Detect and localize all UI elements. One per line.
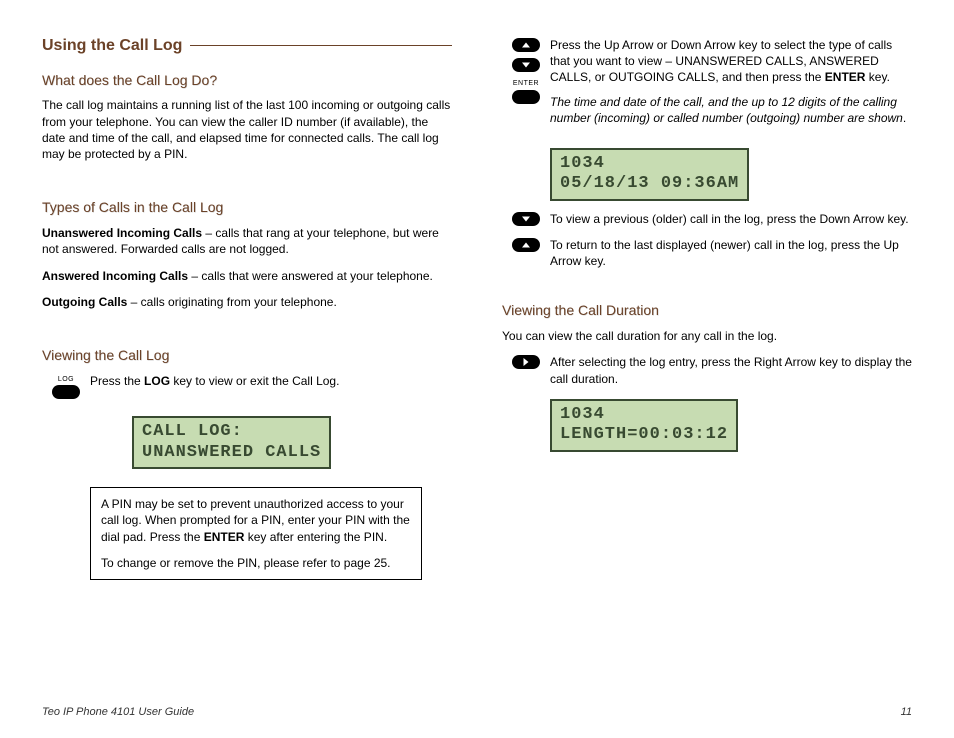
subheading-types: Types of Calls in the Call Log	[42, 198, 452, 217]
footer-doc-title: Teo IP Phone 4101 User Guide	[42, 705, 194, 720]
type-item: Outgoing Calls – calls originating from …	[42, 294, 452, 310]
subheading-what-does: What does the Call Log Do?	[42, 71, 452, 90]
left-column: Using the Call Log What does the Call Lo…	[42, 35, 452, 580]
body-text: Press the Up Arrow or Down Arrow key to …	[550, 37, 912, 136]
arrow-keys-icon: ENTER	[502, 37, 550, 109]
type-item: Unanswered Incoming Calls – calls that r…	[42, 225, 452, 257]
body-text: You can view the call duration for any c…	[502, 328, 912, 344]
lcd-display: CALL LOG: UNANSWERED CALLS	[132, 416, 331, 469]
right-column: ENTER Press the Up Arrow or Down Arrow k…	[502, 35, 912, 580]
body-text: To view a previous (older) call in the l…	[550, 211, 912, 227]
arrow-right-icon	[502, 354, 550, 374]
section-title: Using the Call Log	[42, 35, 452, 57]
footer-page-number: 11	[901, 705, 912, 720]
lcd-display: 1034 05/18/13 09:36AM	[550, 148, 749, 201]
type-label: Unanswered Incoming Calls	[42, 226, 202, 240]
body-text: To return to the last displayed (newer) …	[550, 237, 912, 269]
type-item: Answered Incoming Calls – calls that wer…	[42, 268, 452, 284]
type-label: Answered Incoming Calls	[42, 269, 188, 283]
arrow-up-icon	[502, 237, 550, 257]
body-text: The call log maintains a running list of…	[42, 97, 452, 162]
italic-note: The time and date of the call, and the u…	[550, 94, 912, 126]
body-text: Press the LOG key to view or exit the Ca…	[90, 373, 452, 389]
note-box: A PIN may be set to prevent unauthorized…	[90, 487, 422, 580]
body-text: After selecting the log entry, press the…	[550, 354, 912, 386]
page-footer: Teo IP Phone 4101 User Guide 11	[42, 705, 912, 720]
subheading-viewing-log: Viewing the Call Log	[42, 346, 452, 365]
lcd-display: 1034 LENGTH=00:03:12	[550, 399, 738, 452]
type-label: Outgoing Calls	[42, 295, 127, 309]
arrow-down-icon	[502, 211, 550, 231]
subheading-duration: Viewing the Call Duration	[502, 301, 912, 320]
log-key-icon: LOG	[42, 373, 90, 405]
